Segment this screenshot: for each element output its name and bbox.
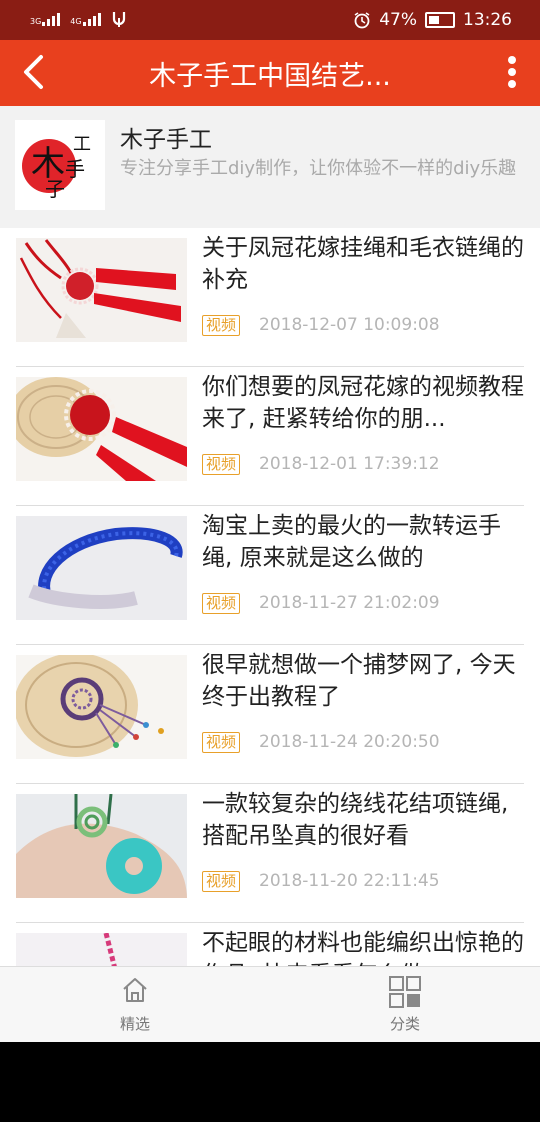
- logo-char-shou: 手: [65, 157, 85, 181]
- article-item[interactable]: 很早就想做一个捕梦网了, 今天终于出教程了 视频 2018-11-24 20:2…: [16, 645, 524, 784]
- pearl-pendant-image: [16, 377, 187, 481]
- article-thumbnail: [16, 377, 187, 481]
- more-dots-icon: [508, 56, 516, 64]
- signal-3g: 3G: [30, 12, 61, 26]
- net-label-3g: 3G: [30, 17, 42, 26]
- article-list[interactable]: 关于凤冠花嫁挂绳和毛衣链绳的补充 视频 2018-12-07 10:09:08 …: [0, 228, 540, 966]
- back-button[interactable]: [14, 52, 54, 92]
- alarm-icon: [354, 12, 370, 29]
- article-item[interactable]: 淘宝上卖的最火的一款转运手绳, 原来就是这么做的 视频 2018-11-27 2…: [16, 506, 524, 645]
- logo-char-gong: 工: [73, 134, 91, 155]
- screen: 3G 4G 47% 13:26 木子手工中国结艺... 木 工 手 子 木子手工…: [0, 0, 540, 1122]
- article-item[interactable]: 不起眼的材料也能编织出惊艳的作品, 快来看看怎么做: [16, 923, 524, 966]
- app-bar: 木子手工中国结艺...: [0, 40, 540, 106]
- article-item[interactable]: 你们想要的凤冠花嫁的视频教程来了, 赶紧转给你的朋... 视频 2018-12-…: [16, 367, 524, 506]
- signal-4g: 4G: [70, 12, 101, 26]
- channel-logo-image: 木 工 手 子: [15, 120, 105, 210]
- status-left: 3G 4G: [30, 10, 127, 28]
- article-title: 你们想要的凤冠花嫁的视频教程来了, 赶紧转给你的朋...: [202, 374, 524, 432]
- article-item[interactable]: 关于凤冠花嫁挂绳和毛衣链绳的补充 视频 2018-12-07 10:09:08: [16, 228, 524, 367]
- channel-header[interactable]: 木 工 手 子 木子手工 专注分享手工diy制作，让你体验不一样的diy乐趣: [0, 106, 540, 228]
- article-date: 2018-12-07 10:09:08: [259, 315, 440, 335]
- signal-icon: [82, 12, 101, 26]
- chevron-left-icon: [24, 55, 43, 89]
- battery-icon: [425, 12, 455, 28]
- article-thumbnail: [16, 933, 187, 966]
- clock: 13:26: [463, 10, 512, 30]
- tassel-necklace-image: [16, 238, 187, 342]
- article-date: 2018-12-01 17:39:12: [259, 454, 440, 474]
- jade-pendant-image: [16, 794, 187, 898]
- article-thumbnail: [16, 238, 187, 342]
- article-title: 很早就想做一个捕梦网了, 今天终于出教程了: [202, 652, 516, 710]
- bottom-tab-bar: 精选 分类: [0, 966, 540, 1043]
- video-badge: 视频: [202, 732, 241, 753]
- article-thumbnail: [16, 794, 187, 898]
- more-options-button[interactable]: [502, 52, 522, 92]
- channel-description: 专注分享手工diy制作，让你体验不一样的diy乐趣: [120, 158, 517, 179]
- channel-name: 木子手工: [120, 127, 212, 153]
- usb-icon: [112, 12, 125, 27]
- article-date: 2018-11-27 21:02:09: [259, 593, 440, 613]
- system-nav-bar: [0, 1042, 540, 1122]
- video-badge: 视频: [202, 871, 241, 892]
- video-badge: 视频: [202, 593, 241, 614]
- article-date: 2018-11-24 20:20:50: [259, 732, 440, 752]
- status-bar: 3G 4G 47% 13:26: [0, 0, 540, 40]
- signal-icon: [42, 12, 61, 26]
- logo-char-zi: 子: [45, 177, 65, 201]
- net-label-4g: 4G: [70, 17, 82, 26]
- status-right: 47% 13:26: [353, 10, 512, 30]
- category-grid-icon: [389, 976, 421, 1008]
- article-title: 关于凤冠花嫁挂绳和毛衣链绳的补充: [202, 235, 524, 293]
- blue-bracelet-image: [16, 516, 187, 620]
- page-title: 木子手工中国结艺...: [149, 61, 391, 92]
- article-date: 2018-11-20 22:11:45: [259, 871, 440, 891]
- tab-categories[interactable]: 分类: [345, 975, 465, 1034]
- article-thumbnail: [16, 516, 187, 620]
- video-badge: 视频: [202, 454, 241, 475]
- article-thumbnail: [16, 655, 187, 759]
- battery-percent: 47%: [379, 10, 417, 30]
- video-badge: 视频: [202, 315, 241, 336]
- tab-categories-label: 分类: [389, 1015, 420, 1033]
- tab-featured[interactable]: 精选: [75, 975, 195, 1034]
- beaded-strand-image: [16, 933, 187, 966]
- article-title: 淘宝上卖的最火的一款转运手绳, 原来就是这么做的: [202, 513, 501, 571]
- dreamcatcher-image: [16, 655, 187, 759]
- article-item[interactable]: 一款较复杂的绕线花结项链绳, 搭配吊坠真的很好看 视频 2018-11-20 2…: [16, 784, 524, 923]
- home-icon: [123, 978, 147, 1002]
- article-title: 一款较复杂的绕线花结项链绳, 搭配吊坠真的很好看: [202, 791, 509, 849]
- article-title: 不起眼的材料也能编织出惊艳的作品, 快来看看怎么做: [202, 930, 524, 966]
- channel-logo: 木 工 手 子: [15, 120, 105, 210]
- tab-featured-label: 精选: [119, 1015, 150, 1033]
